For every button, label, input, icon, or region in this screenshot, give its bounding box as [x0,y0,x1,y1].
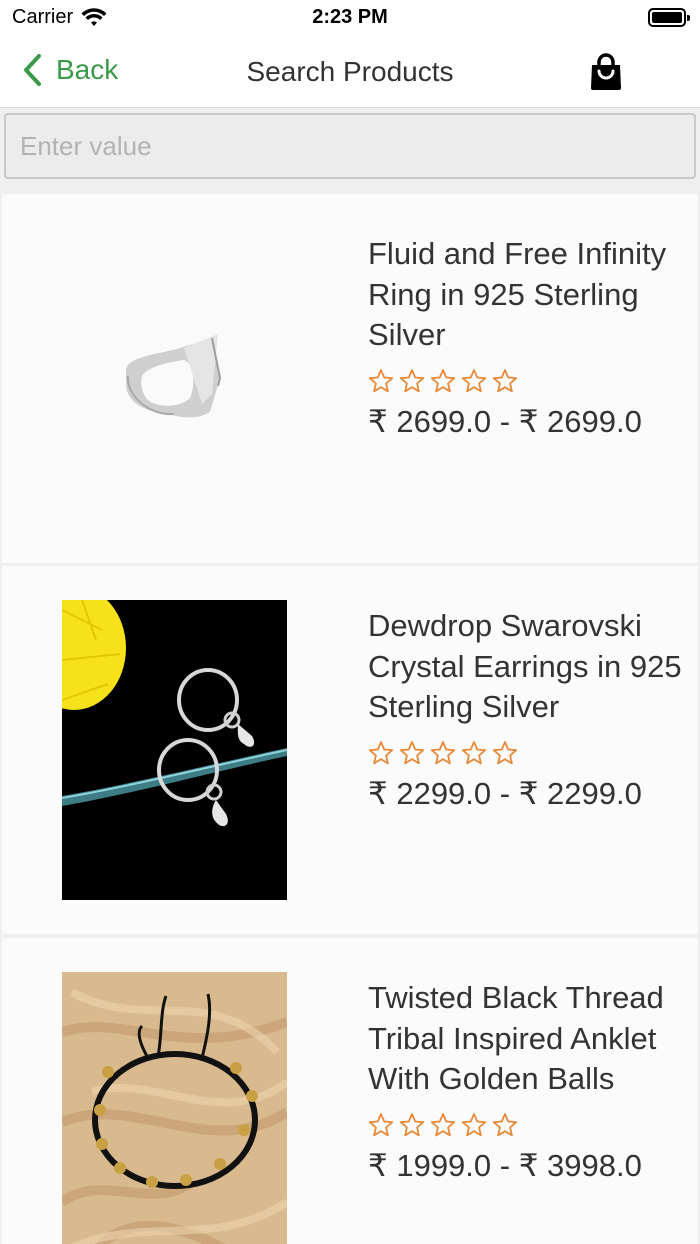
star-outline-icon [368,740,394,764]
star-outline-icon [430,740,456,764]
star-outline-icon [461,1112,487,1136]
star-outline-icon [430,1112,456,1136]
product-info: Dewdrop Swarovski Crystal Earrings in 92… [368,606,688,812]
star-outline-icon [492,1112,518,1136]
product-card[interactable]: Fluid and Free Infinity Ring in 925 Ster… [2,194,698,563]
product-info: Twisted Black Thread Tribal Inspired Ank… [368,978,688,1184]
rating-stars [368,1112,688,1138]
star-outline-icon [399,740,425,764]
status-time: 2:23 PM [312,6,388,28]
star-outline-icon [430,368,456,392]
star-outline-icon [368,1112,394,1136]
crystal-earrings-image [22,586,288,900]
product-list: Fluid and Free Infinity Ring in 925 Ster… [0,194,700,1244]
product-info: Fluid and Free Infinity Ring in 925 Ster… [368,234,688,440]
star-outline-icon [492,368,518,392]
product-card[interactable]: Twisted Black Thread Tribal Inspired Ank… [2,938,698,1244]
shopping-bag-icon[interactable] [588,52,624,92]
product-price: ₹ 1999.0 - ₹ 3998.0 [368,1147,642,1183]
star-outline-icon [368,368,394,392]
battery-icon [648,8,690,27]
star-outline-icon [461,368,487,392]
star-outline-icon [399,368,425,392]
product-card[interactable]: Dewdrop Swarovski Crystal Earrings in 92… [2,566,698,934]
status-bar: Carrier 2:23 PM [0,0,700,36]
search-input[interactable] [4,113,696,179]
silver-ring-image [62,226,287,526]
product-title: Fluid and Free Infinity Ring in 925 Ster… [368,236,667,352]
product-title: Dewdrop Swarovski Crystal Earrings in 92… [368,608,682,724]
star-outline-icon [492,740,518,764]
rating-stars [368,740,688,766]
rating-stars [368,368,688,394]
product-title: Twisted Black Thread Tribal Inspired Ank… [368,980,664,1096]
black-thread-anklet-image [59,972,290,1244]
star-outline-icon [399,1112,425,1136]
search-bar [0,108,700,192]
product-price: ₹ 2699.0 - ₹ 2699.0 [368,403,642,439]
star-outline-icon [461,740,487,764]
product-price: ₹ 2299.0 - ₹ 2299.0 [368,775,642,811]
nav-bar: Back Search Products [0,36,700,108]
